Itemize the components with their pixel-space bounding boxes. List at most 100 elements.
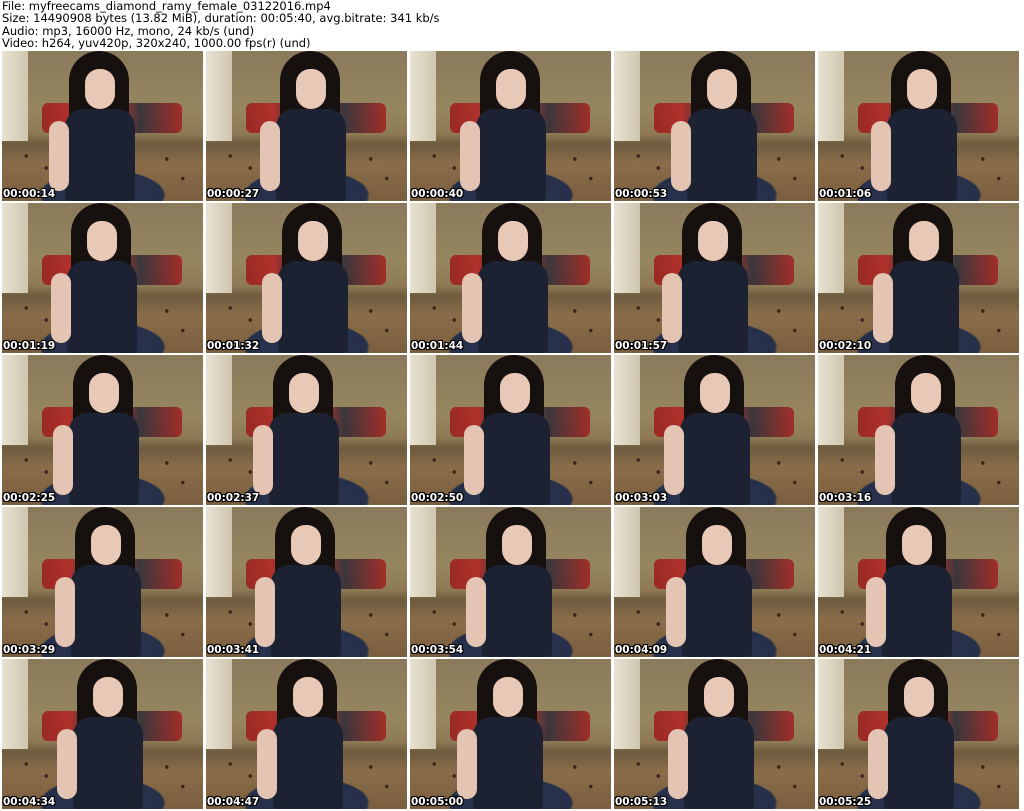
person-arm [257,729,277,799]
video-frame-thumbnail: 00:00:14 [2,51,203,201]
person-arm [460,121,480,191]
person-arm [55,577,75,647]
wall-edge [410,51,436,141]
person-body [889,261,959,353]
frame-timestamp: 00:01:57 [615,340,668,352]
person-arm [873,273,893,343]
frame-timestamp: 00:01:19 [3,340,56,352]
wall-edge [614,203,640,293]
person-body [278,261,348,353]
person-face [500,373,530,413]
video-frame-thumbnail: 00:04:34 [2,659,203,809]
wall-edge [2,355,28,445]
person-face [493,677,523,717]
frame-timestamp: 00:05:00 [411,796,464,808]
person-body [69,413,139,505]
video-frame-thumbnail: 00:00:27 [206,51,407,201]
person-arm [664,425,684,495]
person-face [293,677,323,717]
person-body [480,413,550,505]
person-face [498,221,528,261]
frame-timestamp: 00:02:10 [819,340,872,352]
person-body [73,717,143,809]
video-frame-thumbnail: 00:05:00 [410,659,611,809]
frame-timestamp: 00:04:21 [819,644,872,656]
person-arm [466,577,486,647]
video-frame-thumbnail: 00:03:29 [2,507,203,657]
video-frame-thumbnail: 00:04:21 [818,507,1019,657]
video-frame-thumbnail: 00:02:10 [818,203,1019,353]
person-face [702,525,732,565]
person-body [67,261,137,353]
wall-edge [410,355,436,445]
video-frame-thumbnail: 00:03:16 [818,355,1019,505]
wall-edge [818,51,844,141]
wall-edge [206,51,232,141]
wall-edge [2,659,28,749]
person-body [476,109,546,201]
wall-edge [206,659,232,749]
person-body [678,261,748,353]
frame-timestamp: 00:00:53 [615,188,668,200]
thumbnail-grid: 00:00:14 00:00:27 00:00:40 00:00:53 00:01:06… [2,51,1024,811]
file-size-line: Size: 14490908 bytes (13.82 MiB), durati… [2,11,440,26]
person-face [502,525,532,565]
frame-timestamp: 00:02:50 [411,492,464,504]
video-frame-thumbnail: 00:02:50 [410,355,611,505]
video-frame-thumbnail: 00:00:53 [614,51,815,201]
person-face [909,221,939,261]
frame-timestamp: 00:02:25 [3,492,56,504]
person-body [276,109,346,201]
person-face [91,525,121,565]
person-arm [457,729,477,799]
frame-timestamp: 00:03:03 [615,492,668,504]
wall-edge [2,51,28,141]
frame-timestamp: 00:03:41 [207,644,260,656]
person-face [700,373,730,413]
file-info-header: File: myfreecams_diamond_ramy_female_031… [2,0,1022,50]
video-frame-thumbnail: 00:03:03 [614,355,815,505]
person-arm [53,425,73,495]
person-arm [57,729,77,799]
person-face [704,677,734,717]
person-body [65,109,135,201]
person-face [496,69,526,109]
person-body [684,717,754,809]
wall-edge [410,507,436,597]
wall-edge [818,355,844,445]
person-arm [875,425,895,495]
wall-edge [410,659,436,749]
video-frame-thumbnail: 00:03:54 [410,507,611,657]
video-frame-thumbnail: 00:04:47 [206,659,407,809]
person-body [887,109,957,201]
frame-timestamp: 00:05:25 [819,796,872,808]
person-face [907,69,937,109]
person-face [289,373,319,413]
wall-edge [206,355,232,445]
person-face [89,373,119,413]
frame-timestamp: 00:02:37 [207,492,260,504]
frame-timestamp: 00:03:29 [3,644,56,656]
wall-edge [2,203,28,293]
video-frame-thumbnail: 00:01:06 [818,51,1019,201]
video-frame-thumbnail: 00:01:19 [2,203,203,353]
video-frame-thumbnail: 00:03:41 [206,507,407,657]
person-arm [462,273,482,343]
person-body [269,413,339,505]
wall-edge [614,507,640,597]
person-body [882,565,952,657]
person-arm [464,425,484,495]
person-body [473,717,543,809]
wall-edge [206,507,232,597]
frame-timestamp: 00:00:27 [207,188,260,200]
person-face [93,677,123,717]
person-arm [260,121,280,191]
person-face [707,69,737,109]
video-frame-thumbnail: 00:01:57 [614,203,815,353]
person-body [271,565,341,657]
video-frame-thumbnail: 00:01:44 [410,203,611,353]
frame-timestamp: 00:01:32 [207,340,260,352]
wall-edge [818,203,844,293]
person-arm [668,729,688,799]
person-body [273,717,343,809]
